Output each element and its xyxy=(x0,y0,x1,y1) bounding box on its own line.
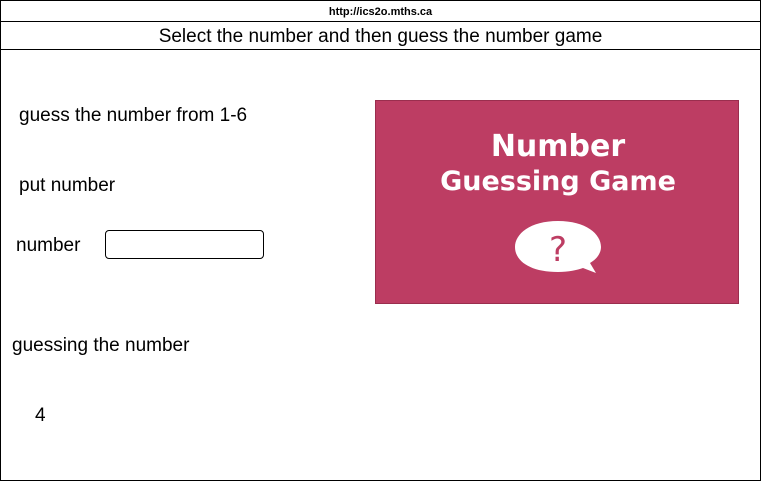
number-input[interactable] xyxy=(105,230,264,259)
number-guessing-game-image: Number Guessing Game ? xyxy=(375,100,739,304)
page-title: Select the number and then guess the num… xyxy=(158,26,603,47)
image-title-line2: Guessing Game xyxy=(440,166,676,197)
put-number-label: put number xyxy=(19,175,116,196)
number-label: number xyxy=(16,235,81,256)
guessing-label: guessing the number xyxy=(12,335,190,356)
result-value: 4 xyxy=(35,405,46,426)
question-mark: ? xyxy=(549,230,567,270)
url-text: http://ics2o.mths.ca xyxy=(328,6,433,18)
url-bar: http://ics2o.mths.ca xyxy=(1,1,760,22)
browser-frame: http://ics2o.mths.ca Select the number a… xyxy=(0,0,761,481)
speech-bubble-question-icon: ? xyxy=(515,221,601,273)
image-title-line1: Number xyxy=(491,129,626,164)
page-title-bar: Select the number and then guess the num… xyxy=(1,22,760,50)
instruction-text: guess the number from 1-6 xyxy=(19,105,248,126)
